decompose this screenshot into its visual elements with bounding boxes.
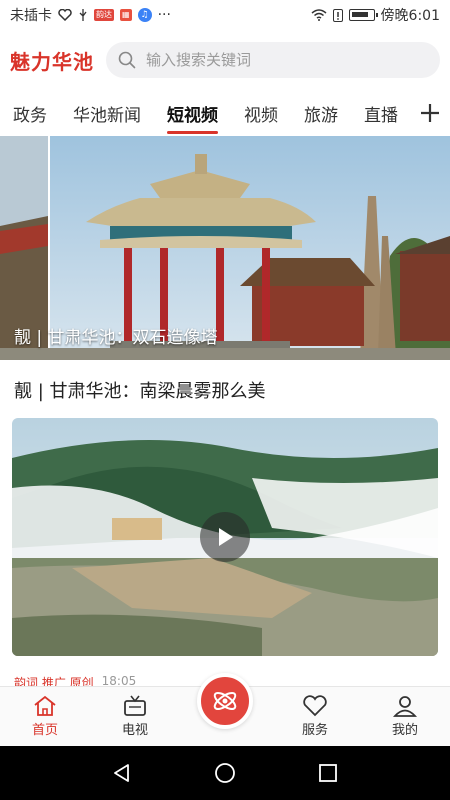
- tab-gov[interactable]: 政务: [0, 90, 60, 136]
- tab-huachi-news[interactable]: 华池新闻: [60, 90, 154, 136]
- hero-banner[interactable]: 靓 | 甘肃华池：双石造像塔: [0, 136, 450, 360]
- app-logo[interactable]: 魅力华池: [10, 46, 94, 75]
- tab-live[interactable]: 直播: [351, 90, 410, 136]
- status-bar: 未插卡 韵达 ▦ ♫ ··· 傍晚6:01: [0, 0, 450, 30]
- category-tabs: 政务 华池新闻 短视频 视频 旅游 直播: [0, 90, 450, 136]
- status-left: 未插卡 韵达 ▦ ♫ ···: [10, 5, 171, 25]
- feed: 靓 | 甘肃华池：双石造像塔 靓 | 甘肃华池：南梁晨雾那么美 韵词 推广 原创…: [0, 136, 450, 686]
- tv-icon: [124, 695, 146, 716]
- tab-travel[interactable]: 旅游: [291, 90, 351, 136]
- health-icon: [58, 9, 72, 21]
- music-icon: ♫: [137, 8, 152, 22]
- recent-apps-icon[interactable]: [317, 762, 339, 784]
- search-icon: [118, 51, 136, 69]
- carrier-text: 未插卡: [10, 8, 52, 24]
- video-item-title[interactable]: 靓 | 甘肃华池：南梁晨雾那么美: [0, 360, 450, 408]
- hero-caption: 靓 | 甘肃华池：双石造像塔: [14, 328, 218, 348]
- tab-short-video[interactable]: 短视频: [154, 90, 231, 136]
- play-button[interactable]: [200, 512, 250, 562]
- app-header: 魅力华池: [0, 30, 450, 90]
- status-right: 傍晚6:01: [311, 5, 440, 25]
- battery-icon: [348, 9, 378, 21]
- nav-tv-label: 电视: [121, 723, 148, 738]
- more-notifications: ···: [157, 7, 171, 23]
- nav-service-label: 服务: [301, 723, 328, 738]
- system-nav-bar: [0, 746, 450, 800]
- sim-alert-icon: [332, 8, 343, 22]
- nav-center: [180, 673, 270, 746]
- calendar-icon: ▦: [120, 9, 132, 21]
- nav-home[interactable]: 首页: [0, 687, 90, 746]
- search-input[interactable]: [146, 51, 428, 69]
- meta-time: 18:05: [101, 674, 137, 686]
- center-logo-icon: [213, 691, 237, 711]
- home-icon: [34, 695, 56, 716]
- nav-mine-label: 我的: [391, 723, 418, 738]
- tabs-scroll: 政务 华池新闻 短视频 视频 旅游 直播: [0, 90, 410, 136]
- center-action-button[interactable]: [197, 673, 253, 729]
- clock-text: 傍晚6:01: [380, 8, 440, 24]
- nav-mine[interactable]: 我的: [360, 687, 450, 746]
- plus-icon: [421, 104, 439, 122]
- tab-video[interactable]: 视频: [231, 90, 291, 136]
- home-circle-icon[interactable]: [214, 762, 236, 784]
- add-channel-button[interactable]: [410, 90, 450, 136]
- user-icon: [393, 696, 417, 717]
- wifi-icon: [311, 9, 327, 21]
- app-notification-icon: 韵达: [94, 9, 114, 21]
- heart-icon: [303, 695, 327, 717]
- video-thumbnail[interactable]: [12, 418, 438, 656]
- nav-tv[interactable]: 电视: [90, 687, 180, 746]
- back-icon[interactable]: [111, 762, 133, 784]
- usb-icon: [79, 9, 87, 21]
- nav-home-label: 首页: [31, 723, 58, 738]
- nav-service[interactable]: 服务: [270, 687, 360, 746]
- play-icon: [219, 528, 233, 546]
- bottom-nav: 首页 电视 服务 我的: [0, 673, 450, 746]
- search-bar[interactable]: [106, 42, 440, 78]
- meta-source: 韵词 推广 原创: [14, 676, 94, 686]
